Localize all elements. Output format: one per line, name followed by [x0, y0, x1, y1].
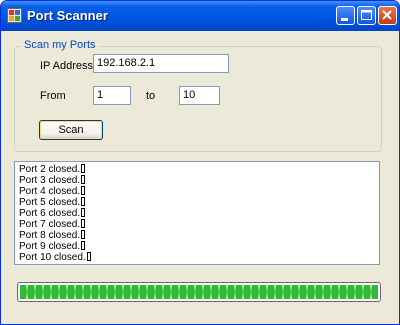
result-item[interactable]: Port 4 closed. — [15, 186, 379, 197]
result-item[interactable]: Port 6 closed. — [15, 208, 379, 219]
null-char-glyph — [81, 230, 86, 239]
null-char-glyph — [81, 186, 86, 195]
result-text: Port 3 closed. — [19, 175, 81, 186]
null-char-glyph — [86, 252, 91, 261]
result-text: Port 7 closed. — [19, 219, 81, 230]
minimize-button[interactable] — [336, 6, 355, 25]
null-char-glyph — [81, 208, 86, 217]
result-text: Port 9 closed. — [19, 241, 81, 252]
from-label: From — [40, 90, 66, 102]
result-item[interactable]: Port 10 closed. — [15, 252, 379, 263]
port-scanner-window: Port Scanner Scan my Ports IP Address 19… — [0, 0, 400, 325]
result-text: Port 4 closed. — [19, 186, 81, 197]
maximize-button[interactable] — [357, 6, 376, 25]
result-text: Port 2 closed. — [19, 164, 81, 175]
close-button[interactable] — [378, 6, 397, 25]
app-icon — [7, 8, 22, 23]
null-char-glyph — [81, 164, 86, 173]
to-port-input[interactable]: 10 — [179, 86, 220, 105]
scan-button[interactable]: Scan — [39, 120, 103, 140]
from-port-input[interactable]: 1 — [93, 86, 131, 105]
ip-address-label: IP Address — [40, 60, 93, 72]
title-bar[interactable]: Port Scanner — [1, 1, 399, 31]
result-text: Port 8 closed. — [19, 230, 81, 241]
close-icon — [382, 10, 392, 20]
window-title: Port Scanner — [27, 8, 108, 23]
result-text: Port 6 closed. — [19, 208, 81, 219]
result-item[interactable]: Port 7 closed. — [15, 219, 379, 230]
null-char-glyph — [81, 219, 86, 228]
result-item[interactable]: Port 2 closed. — [15, 164, 379, 175]
ip-address-input[interactable]: 192.168.2.1 — [93, 54, 229, 73]
null-char-glyph — [81, 175, 86, 184]
result-item[interactable]: Port 9 closed. — [15, 241, 379, 252]
result-text: Port 10 closed. — [19, 252, 86, 263]
result-item[interactable]: Port 3 closed. — [15, 175, 379, 186]
result-item[interactable]: Port 5 closed. — [15, 197, 379, 208]
result-item[interactable]: Port 8 closed. — [15, 230, 379, 241]
progress-fill — [20, 285, 378, 299]
minimize-icon — [341, 18, 348, 21]
to-label: to — [146, 90, 156, 102]
result-text: Port 5 closed. — [19, 197, 81, 208]
scan-group-legend: Scan my Ports — [21, 39, 99, 51]
null-char-glyph — [81, 241, 86, 250]
scan-progress-bar — [17, 282, 381, 302]
results-listbox[interactable]: Port 2 closed. Port 3 closed. Port 4 close… — [14, 161, 380, 265]
null-char-glyph — [81, 197, 86, 206]
maximize-icon — [361, 10, 372, 20]
